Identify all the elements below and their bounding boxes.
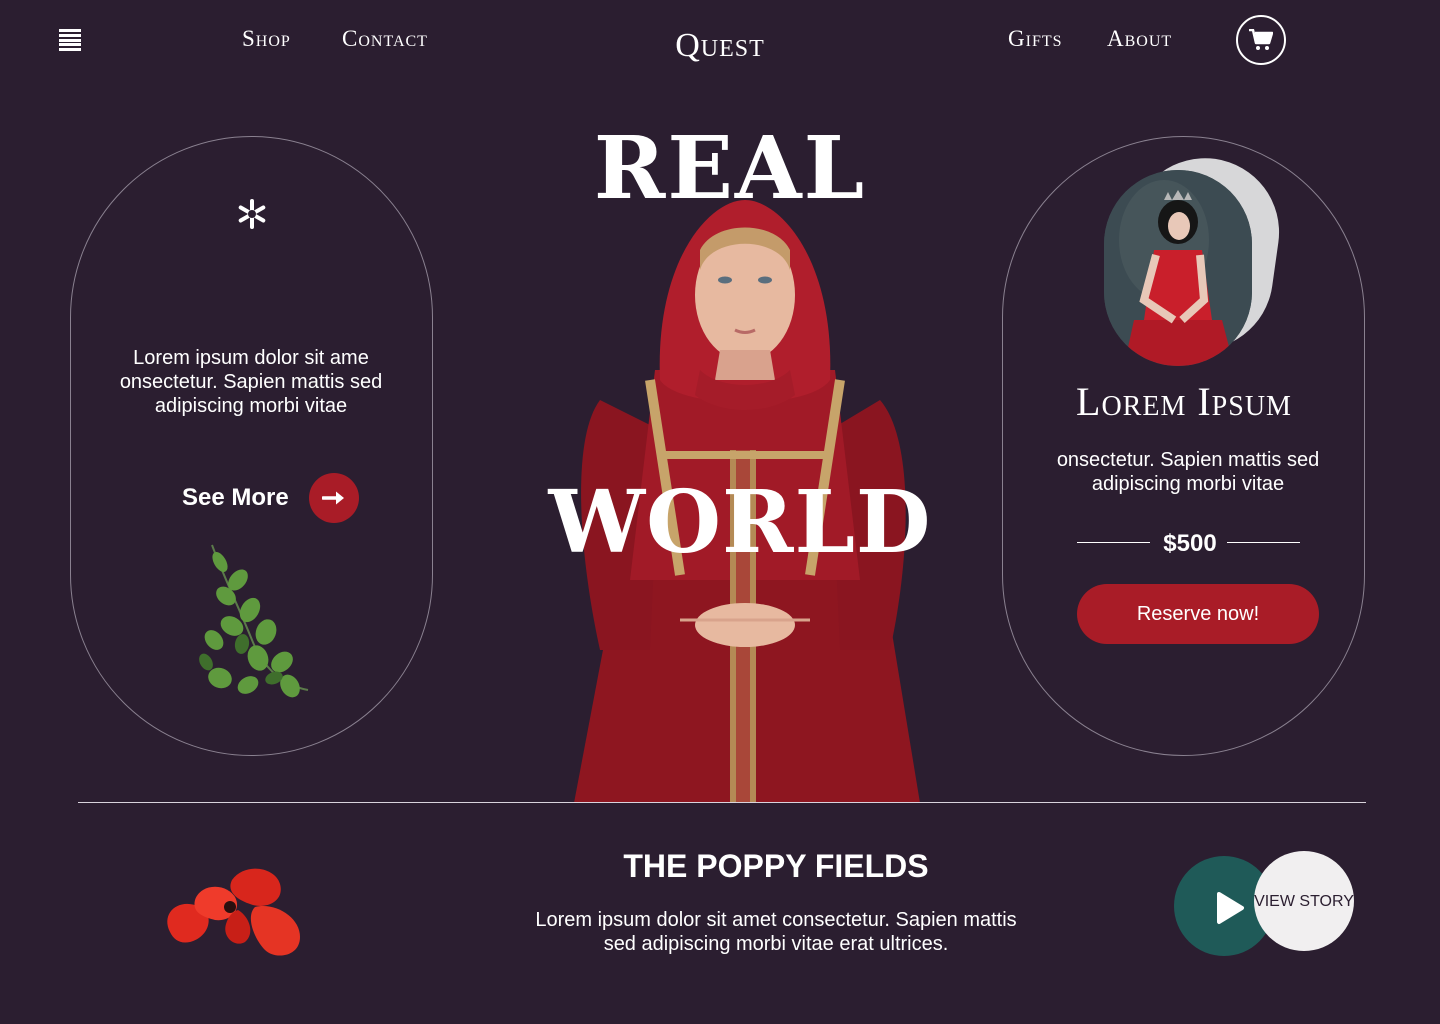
left-card-text: Lorem ipsum dolor sit ame onsectetur. Sa… xyxy=(119,347,383,417)
hamburger-menu-icon[interactable] xyxy=(59,29,81,51)
card-description: onsectetur. Sapien mattis sed adipiscing… xyxy=(1056,449,1320,495)
reserve-button[interactable]: Reserve now! xyxy=(1077,584,1319,644)
hero-title-line1: REAL xyxy=(593,118,867,219)
section-divider xyxy=(78,802,1366,803)
section-description: Lorem ipsum dolor sit amet consectetur. … xyxy=(535,909,1017,955)
site-logo[interactable]: Quest xyxy=(620,27,820,65)
see-more-label[interactable]: See More xyxy=(182,484,289,512)
view-story-button[interactable]: VIEW STORY xyxy=(1254,851,1354,951)
price-divider-right xyxy=(1227,542,1300,543)
hero-title-line2: WORLD xyxy=(548,472,932,573)
nav-contact[interactable]: Contact xyxy=(342,26,428,52)
price-label: $500 xyxy=(1163,530,1217,557)
arrow-right-icon xyxy=(322,491,344,505)
nav-about[interactable]: About xyxy=(1107,26,1172,52)
snowflake-icon xyxy=(238,199,266,229)
section-title: THE POPPY FIELDS xyxy=(623,848,929,884)
see-more-button[interactable] xyxy=(309,473,359,523)
cart-icon xyxy=(1249,29,1273,50)
poppy-petals-image xyxy=(167,868,300,956)
product-portrait-image xyxy=(1104,170,1252,366)
price-divider-left xyxy=(1077,542,1150,543)
eucalyptus-leaf-image xyxy=(199,544,309,698)
nav-gifts[interactable]: Gifts xyxy=(1008,26,1063,52)
cart-button[interactable] xyxy=(1236,15,1286,65)
card-title: Lorem Ipsum xyxy=(1076,379,1292,424)
nav-shop[interactable]: Shop xyxy=(242,26,291,52)
